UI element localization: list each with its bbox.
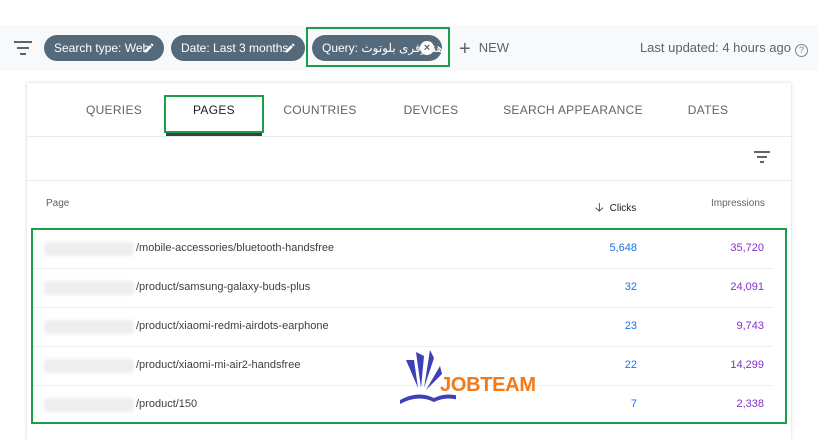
clicks-value: 22 [624, 359, 637, 371]
table-header: Page 🡣 Clicks Impressions [27, 181, 791, 227]
impressions-value: 2,338 [736, 398, 764, 410]
edit-icon[interactable] [284, 42, 296, 54]
page-url[interactable]: /product/samsung-galaxy-buds-plus [136, 281, 310, 293]
table-row[interactable]: /product/xiaomi-redmi-airdots-earphone 2… [33, 308, 773, 347]
blurred-domain [44, 242, 134, 256]
edit-icon[interactable] [143, 42, 155, 54]
page-url[interactable]: /product/150 [136, 398, 197, 410]
tab-dates[interactable]: DATES [667, 83, 749, 137]
watermark-text: JOBTEAM [440, 374, 536, 396]
table-toolbar [27, 137, 791, 181]
impressions-value: 14,299 [730, 359, 764, 371]
date-chip[interactable]: Date: Last 3 months [171, 35, 305, 61]
clicks-value: 23 [624, 320, 637, 332]
tab-search-appearance[interactable]: SEARCH APPEARANCE [501, 83, 645, 137]
tab-queries[interactable]: QUERIES [69, 83, 159, 137]
tab-countries[interactable]: COUNTRIES [275, 83, 365, 137]
new-filter-label: NEW [478, 40, 510, 55]
last-updated-text: Last updated: 4 hours ago [639, 40, 791, 55]
page-url[interactable]: /mobile-accessories/bluetooth-handsfree [136, 242, 334, 254]
clicks-value: 5,648 [609, 242, 637, 254]
table-filter-icon[interactable] [753, 151, 771, 165]
jobteam-watermark: JOBTEAM [396, 346, 546, 408]
impressions-value: 9,743 [736, 320, 764, 332]
blurred-domain [44, 320, 134, 334]
active-tab-indicator [166, 133, 262, 136]
search-type-chip[interactable]: Search type: Web [44, 35, 164, 61]
page-url[interactable]: /product/xiaomi-mi-air2-handsfree [136, 359, 300, 371]
last-updated: Last updated: 4 hours ago? [640, 37, 808, 59]
pages-tab-highlight [164, 95, 264, 133]
sort-arrow-down-icon: 🡣 [595, 200, 604, 214]
date-chip-label: Date: Last 3 months [181, 41, 289, 55]
plus-icon: + [459, 38, 471, 60]
blurred-domain [44, 359, 134, 373]
impressions-value: 35,720 [730, 242, 764, 254]
table-row[interactable]: /mobile-accessories/bluetooth-handsfree … [33, 230, 773, 269]
clicks-column-header[interactable]: 🡣 Clicks [595, 198, 636, 219]
search-type-chip-label: Search type: Web [54, 41, 150, 55]
page-url[interactable]: /product/xiaomi-redmi-airdots-earphone [136, 320, 329, 332]
tab-devices[interactable]: DEVICES [387, 83, 475, 137]
filter-icon[interactable] [14, 41, 32, 55]
impressions-value: 24,091 [730, 281, 764, 293]
blurred-domain [44, 281, 134, 295]
table-row[interactable]: /product/samsung-galaxy-buds-plus 32 24,… [33, 269, 773, 308]
clicks-value: 7 [630, 398, 637, 410]
help-icon[interactable]: ? [795, 44, 808, 57]
impressions-column-header[interactable]: Impressions [711, 198, 765, 209]
new-filter-button[interactable]: + NEW [459, 37, 510, 60]
clicks-header-label: Clicks [609, 203, 637, 214]
blurred-domain [44, 398, 134, 412]
query-chip-highlight [306, 27, 450, 67]
page-column-header[interactable]: Page [46, 198, 69, 209]
clicks-value: 32 [624, 281, 637, 293]
tab-bar: QUERIES PAGES COUNTRIES DEVICES SEARCH A… [27, 83, 791, 137]
